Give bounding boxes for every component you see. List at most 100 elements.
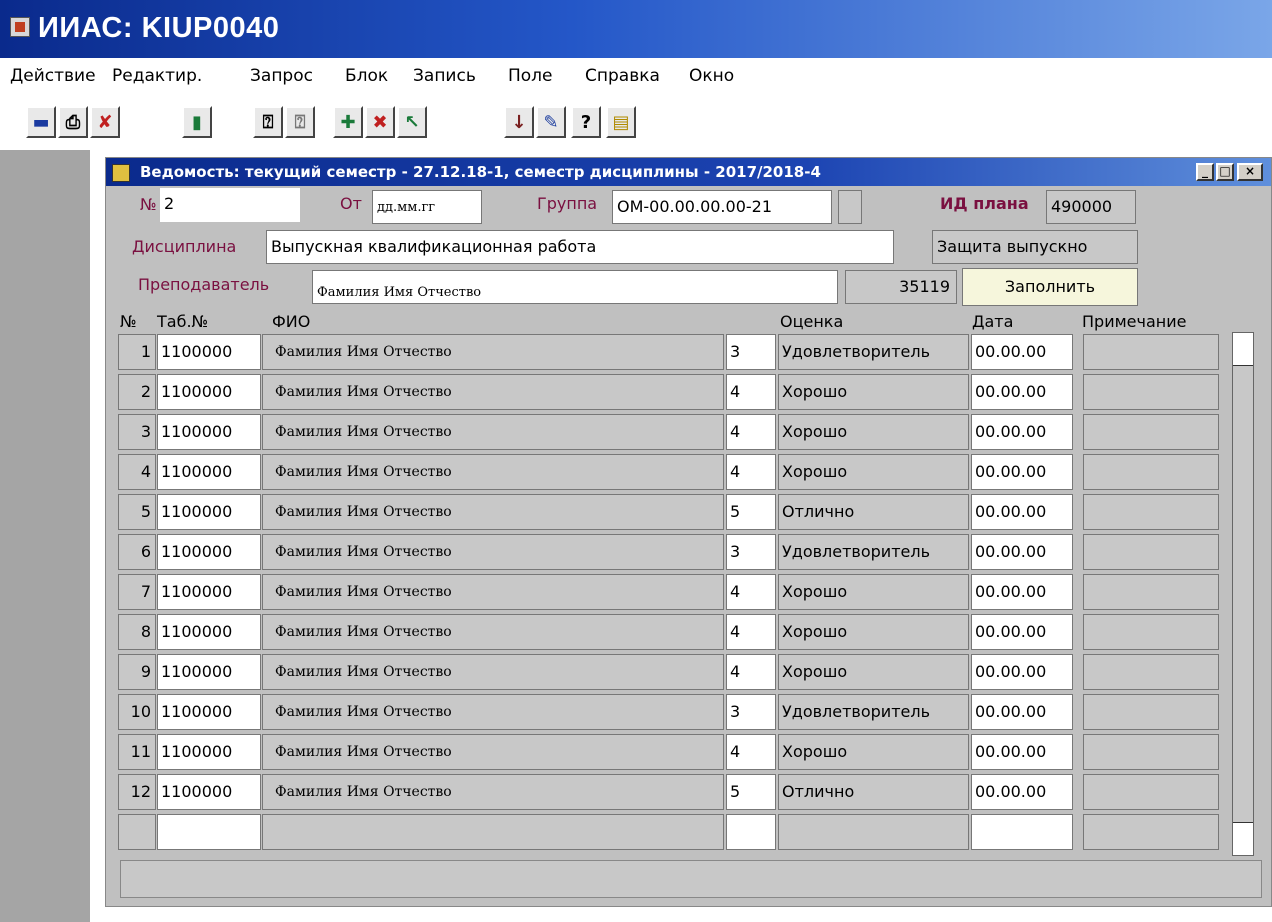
grade-text-cell[interactable]: Хорошо bbox=[778, 454, 969, 490]
date-cell[interactable]: 00.00.00 bbox=[971, 614, 1073, 650]
fio-cell[interactable]: Фамилия Имя Отчество bbox=[262, 574, 724, 610]
date-cell[interactable]: 00.00.00 bbox=[971, 374, 1073, 410]
menu-block[interactable]: Блок bbox=[345, 66, 388, 86]
grade-text-cell[interactable]: Хорошо bbox=[778, 654, 969, 690]
tab-number-cell[interactable]: 1100000 bbox=[157, 654, 261, 690]
note-cell[interactable] bbox=[1083, 534, 1219, 570]
fio-cell[interactable]: Фамилия Имя Отчество bbox=[262, 774, 724, 810]
grade-cell[interactable]: 4 bbox=[726, 414, 776, 450]
scroll-up-button[interactable] bbox=[1233, 333, 1253, 366]
grade-text-cell[interactable]: Хорошо bbox=[778, 734, 969, 770]
menu-window[interactable]: Окно bbox=[689, 66, 734, 86]
note-cell[interactable] bbox=[1083, 454, 1219, 490]
defense-type-field[interactable]: Защита выпускно bbox=[932, 230, 1138, 264]
date-cell[interactable]: 00.00.00 bbox=[971, 494, 1073, 530]
date-cell[interactable]: 00.00.00 bbox=[971, 534, 1073, 570]
date-cell[interactable]: 00.00.00 bbox=[971, 574, 1073, 610]
print-icon[interactable]: ⎙ bbox=[58, 106, 88, 138]
note-cell[interactable] bbox=[1083, 414, 1219, 450]
note-cell[interactable] bbox=[1083, 334, 1219, 370]
note-cell[interactable] bbox=[1083, 654, 1219, 690]
note-cell[interactable] bbox=[1083, 694, 1219, 730]
fill-button[interactable]: Заполнить bbox=[962, 268, 1138, 306]
fio-cell[interactable] bbox=[262, 814, 724, 850]
table-scrollbar[interactable] bbox=[1232, 332, 1254, 856]
query-cancel-icon[interactable]: ⍰ bbox=[285, 106, 315, 138]
edit-icon[interactable]: ✎ bbox=[536, 106, 566, 138]
fio-cell[interactable]: Фамилия Имя Отчество bbox=[262, 494, 724, 530]
group-lookup-button[interactable] bbox=[838, 190, 862, 224]
fio-cell[interactable]: Фамилия Имя Отчество bbox=[262, 334, 724, 370]
menu-action[interactable]: Действие bbox=[10, 66, 96, 86]
grade-text-cell[interactable]: Хорошо bbox=[778, 614, 969, 650]
grade-cell[interactable]: 4 bbox=[726, 454, 776, 490]
menu-query[interactable]: Запрос bbox=[250, 66, 313, 86]
grade-text-cell[interactable]: Удовлетворитель bbox=[778, 694, 969, 730]
date-cell[interactable]: 00.00.00 bbox=[971, 334, 1073, 370]
query-icon[interactable]: ⍰ bbox=[253, 106, 283, 138]
grade-cell[interactable]: 4 bbox=[726, 614, 776, 650]
grade-cell[interactable]: 5 bbox=[726, 774, 776, 810]
insert-record-icon[interactable]: ✚ bbox=[333, 106, 363, 138]
tab-number-cell[interactable]: 1100000 bbox=[157, 334, 261, 370]
note-cell[interactable] bbox=[1083, 734, 1219, 770]
tab-number-cell[interactable]: 1100000 bbox=[157, 534, 261, 570]
date-cell[interactable]: 00.00.00 bbox=[971, 734, 1073, 770]
date-cell[interactable] bbox=[971, 814, 1073, 850]
tab-number-cell[interactable]: 1100000 bbox=[157, 454, 261, 490]
number-field[interactable]: 2 bbox=[160, 188, 300, 222]
note-cell[interactable] bbox=[1083, 614, 1219, 650]
date-cell[interactable]: 00.00.00 bbox=[971, 454, 1073, 490]
grade-text-cell[interactable]: Отлично bbox=[778, 774, 969, 810]
minimize-button[interactable]: _ bbox=[1196, 163, 1214, 181]
menu-field[interactable]: Поле bbox=[508, 66, 553, 86]
date-from-field[interactable]: дд.мм.гг bbox=[372, 190, 482, 224]
grade-text-cell[interactable]: Удовлетворитель bbox=[778, 534, 969, 570]
door-icon[interactable]: ▮ bbox=[182, 106, 212, 138]
grade-text-cell[interactable] bbox=[778, 814, 969, 850]
clear-icon[interactable]: ↖ bbox=[397, 106, 427, 138]
group-field[interactable]: ОМ-00.00.00.00-21 bbox=[612, 190, 832, 224]
grade-cell[interactable]: 4 bbox=[726, 734, 776, 770]
menu-help[interactable]: Справка bbox=[585, 66, 660, 86]
date-cell[interactable]: 00.00.00 bbox=[971, 694, 1073, 730]
tab-number-cell[interactable]: 1100000 bbox=[157, 734, 261, 770]
grade-cell[interactable]: 3 bbox=[726, 534, 776, 570]
fio-cell[interactable]: Фамилия Имя Отчество bbox=[262, 694, 724, 730]
teacher-field[interactable]: Фамилия Имя Отчество bbox=[312, 270, 838, 304]
note-cell[interactable] bbox=[1083, 574, 1219, 610]
fio-cell[interactable]: Фамилия Имя Отчество bbox=[262, 414, 724, 450]
tab-number-cell[interactable]: 1100000 bbox=[157, 694, 261, 730]
tab-number-cell[interactable]: 1100000 bbox=[157, 494, 261, 530]
maximize-button[interactable]: □ bbox=[1216, 163, 1234, 181]
fio-cell[interactable]: Фамилия Имя Отчество bbox=[262, 534, 724, 570]
help-icon[interactable]: ? bbox=[571, 106, 601, 138]
tab-number-cell[interactable]: 1100000 bbox=[157, 374, 261, 410]
tab-number-cell[interactable]: 1100000 bbox=[157, 414, 261, 450]
note-cell[interactable] bbox=[1083, 814, 1219, 850]
menu-edit[interactable]: Редактир. bbox=[112, 66, 202, 86]
grade-text-cell[interactable]: Хорошо bbox=[778, 374, 969, 410]
grade-text-cell[interactable]: Хорошо bbox=[778, 414, 969, 450]
exit-icon[interactable]: ✘ bbox=[90, 106, 120, 138]
discipline-field[interactable]: Выпускная квалификационная работа bbox=[266, 230, 894, 264]
date-cell[interactable]: 00.00.00 bbox=[971, 654, 1073, 690]
grade-cell[interactable]: 4 bbox=[726, 574, 776, 610]
grade-text-cell[interactable]: Отлично bbox=[778, 494, 969, 530]
fio-cell[interactable]: Фамилия Имя Отчество bbox=[262, 454, 724, 490]
fio-cell[interactable]: Фамилия Имя Отчество bbox=[262, 374, 724, 410]
note-cell[interactable] bbox=[1083, 774, 1219, 810]
fio-cell[interactable]: Фамилия Имя Отчество bbox=[262, 614, 724, 650]
delete-record-icon[interactable]: ✖ bbox=[365, 106, 395, 138]
save-icon[interactable]: ▬ bbox=[26, 106, 56, 138]
fio-cell[interactable]: Фамилия Имя Отчество bbox=[262, 734, 724, 770]
grade-cell[interactable]: 4 bbox=[726, 654, 776, 690]
tab-number-cell[interactable]: 1100000 bbox=[157, 774, 261, 810]
grade-text-cell[interactable]: Удовлетворитель bbox=[778, 334, 969, 370]
grade-cell[interactable]: 5 bbox=[726, 494, 776, 530]
date-cell[interactable]: 00.00.00 bbox=[971, 414, 1073, 450]
down-arrow-icon[interactable]: ↓ bbox=[504, 106, 534, 138]
date-cell[interactable]: 00.00.00 bbox=[971, 774, 1073, 810]
tab-number-cell[interactable]: 1100000 bbox=[157, 574, 261, 610]
note-cell[interactable] bbox=[1083, 374, 1219, 410]
